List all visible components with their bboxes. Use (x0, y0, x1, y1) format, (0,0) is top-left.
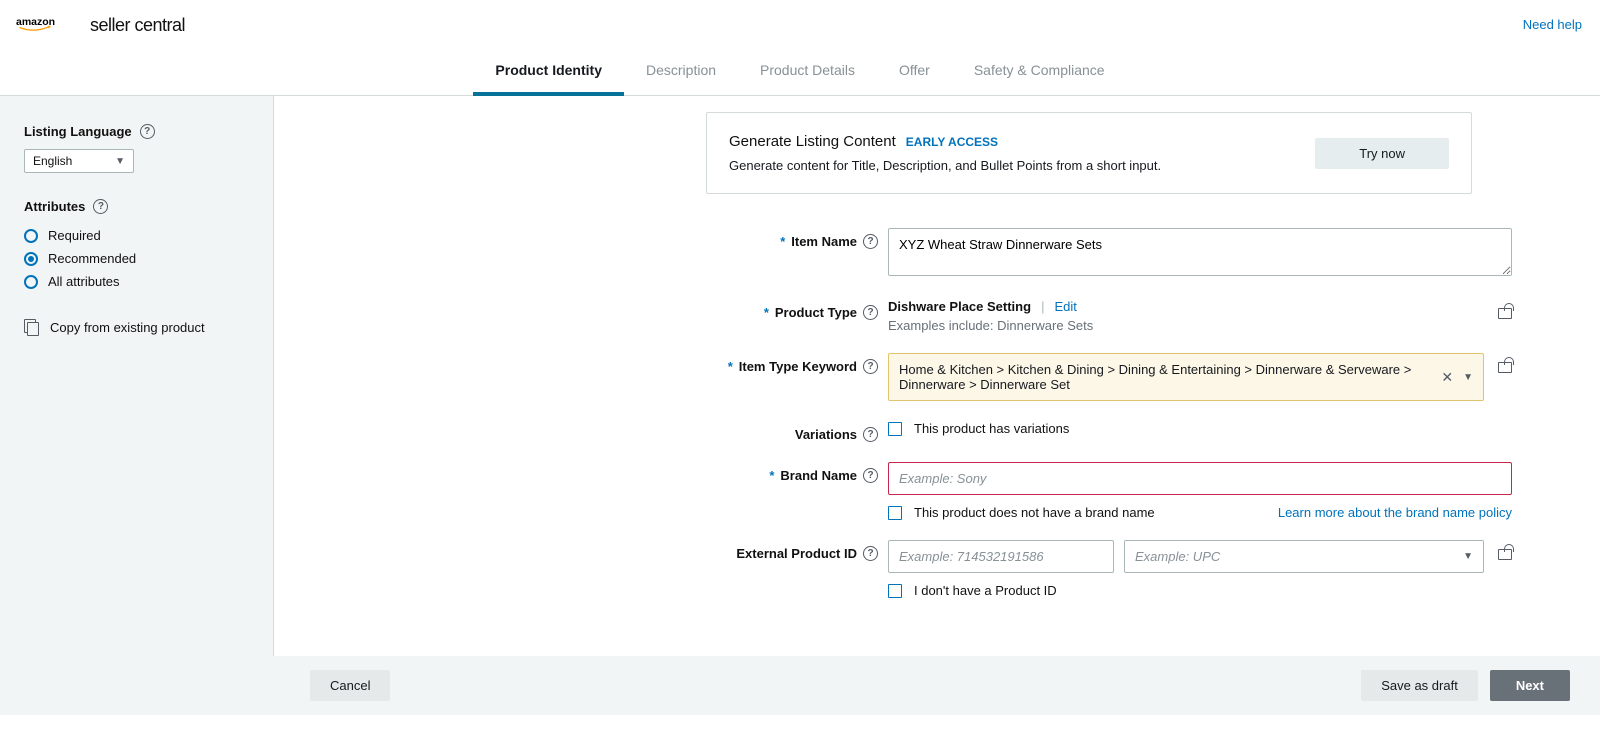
chevron-down-icon: ▼ (1463, 551, 1473, 562)
generate-title: Generate Listing Content (729, 133, 896, 150)
variations-checkbox-label: This product has variations (914, 421, 1069, 436)
cancel-button[interactable]: Cancel (310, 670, 390, 701)
variations-checkbox[interactable] (888, 422, 902, 436)
required-asterisk: * (764, 305, 769, 320)
chevron-down-icon: ▼ (1463, 372, 1473, 383)
external-product-id-type-select[interactable]: Example: UPC ▼ (1124, 540, 1484, 573)
help-icon[interactable]: ? (140, 124, 155, 139)
main-panel: Generate Listing Content EARLY ACCESS Ge… (274, 96, 1600, 656)
generate-content-card: Generate Listing Content EARLY ACCESS Ge… (706, 112, 1472, 194)
lock-open-icon[interactable] (1498, 303, 1512, 319)
brand-name-input[interactable] (888, 462, 1512, 495)
lock-open-icon[interactable] (1498, 544, 1512, 560)
chevron-down-icon: ▼ (115, 156, 125, 167)
no-product-id-label: I don't have a Product ID (914, 583, 1057, 598)
need-help-link[interactable]: Need help (1523, 17, 1582, 32)
product-type-example: Examples include: Dinnerware Sets (888, 318, 1484, 333)
product-type-value: Dishware Place Setting (888, 299, 1031, 314)
edit-product-type-link[interactable]: Edit (1054, 299, 1076, 314)
clear-icon[interactable]: ✕ (1441, 369, 1453, 386)
attr-option-all[interactable]: All attributes (24, 270, 249, 293)
logo-subtext: seller central (90, 15, 185, 36)
tab-description[interactable]: Description (624, 52, 738, 95)
tab-offer[interactable]: Offer (877, 52, 952, 95)
early-access-badge: EARLY ACCESS (906, 135, 998, 149)
help-icon[interactable]: ? (863, 305, 878, 320)
external-product-id-input[interactable] (888, 540, 1114, 573)
radio-icon (24, 252, 38, 266)
tab-safety-compliance[interactable]: Safety & Compliance (952, 52, 1127, 95)
tab-product-details[interactable]: Product Details (738, 52, 877, 95)
amazon-logo-icon: amazon (16, 12, 86, 36)
radio-icon (24, 275, 38, 289)
next-button[interactable]: Next (1490, 670, 1570, 701)
help-icon[interactable]: ? (863, 359, 878, 374)
no-brand-checkbox[interactable] (888, 506, 902, 520)
copy-icon (24, 319, 40, 335)
required-asterisk: * (728, 359, 733, 374)
footer-bar: Cancel Save as draft Next (0, 656, 1600, 715)
required-asterisk: * (769, 468, 774, 483)
brand-name-label: Brand Name (780, 468, 857, 483)
variations-label: Variations (795, 427, 857, 442)
product-type-label: Product Type (775, 305, 857, 320)
no-product-id-checkbox[interactable] (888, 584, 902, 598)
language-select[interactable]: English ▼ (24, 149, 134, 173)
help-icon[interactable]: ? (863, 427, 878, 442)
listing-language-label: Listing Language (24, 124, 132, 139)
attributes-label: Attributes (24, 199, 85, 214)
logo: amazon seller central (16, 12, 185, 36)
try-now-button[interactable]: Try now (1315, 138, 1449, 169)
attr-option-required[interactable]: Required (24, 224, 249, 247)
generate-subtitle: Generate content for Title, Description,… (729, 158, 1161, 173)
item-type-keyword-select[interactable]: Home & Kitchen > Kitchen & Dining > Dini… (888, 353, 1484, 401)
attr-option-recommended[interactable]: Recommended (24, 247, 249, 270)
help-icon[interactable]: ? (93, 199, 108, 214)
external-product-id-label: External Product ID (736, 546, 857, 561)
item-type-keyword-label: Item Type Keyword (739, 359, 857, 374)
tabs-bar: Product Identity Description Product Det… (0, 44, 1600, 96)
help-icon[interactable]: ? (863, 468, 878, 483)
item-name-label: Item Name (791, 234, 857, 249)
sidebar: Listing Language ? English ▼ Attributes … (0, 96, 274, 656)
lock-open-icon[interactable] (1498, 357, 1512, 373)
required-asterisk: * (780, 234, 785, 249)
save-draft-button[interactable]: Save as draft (1361, 670, 1478, 701)
brand-policy-link[interactable]: Learn more about the brand name policy (1278, 505, 1512, 520)
help-icon[interactable]: ? (863, 546, 878, 561)
item-name-input[interactable] (888, 228, 1512, 276)
no-brand-label: This product does not have a brand name (914, 505, 1155, 520)
tab-product-identity[interactable]: Product Identity (473, 52, 624, 96)
radio-icon (24, 229, 38, 243)
copy-from-existing[interactable]: Copy from existing product (24, 319, 249, 335)
help-icon[interactable]: ? (863, 234, 878, 249)
